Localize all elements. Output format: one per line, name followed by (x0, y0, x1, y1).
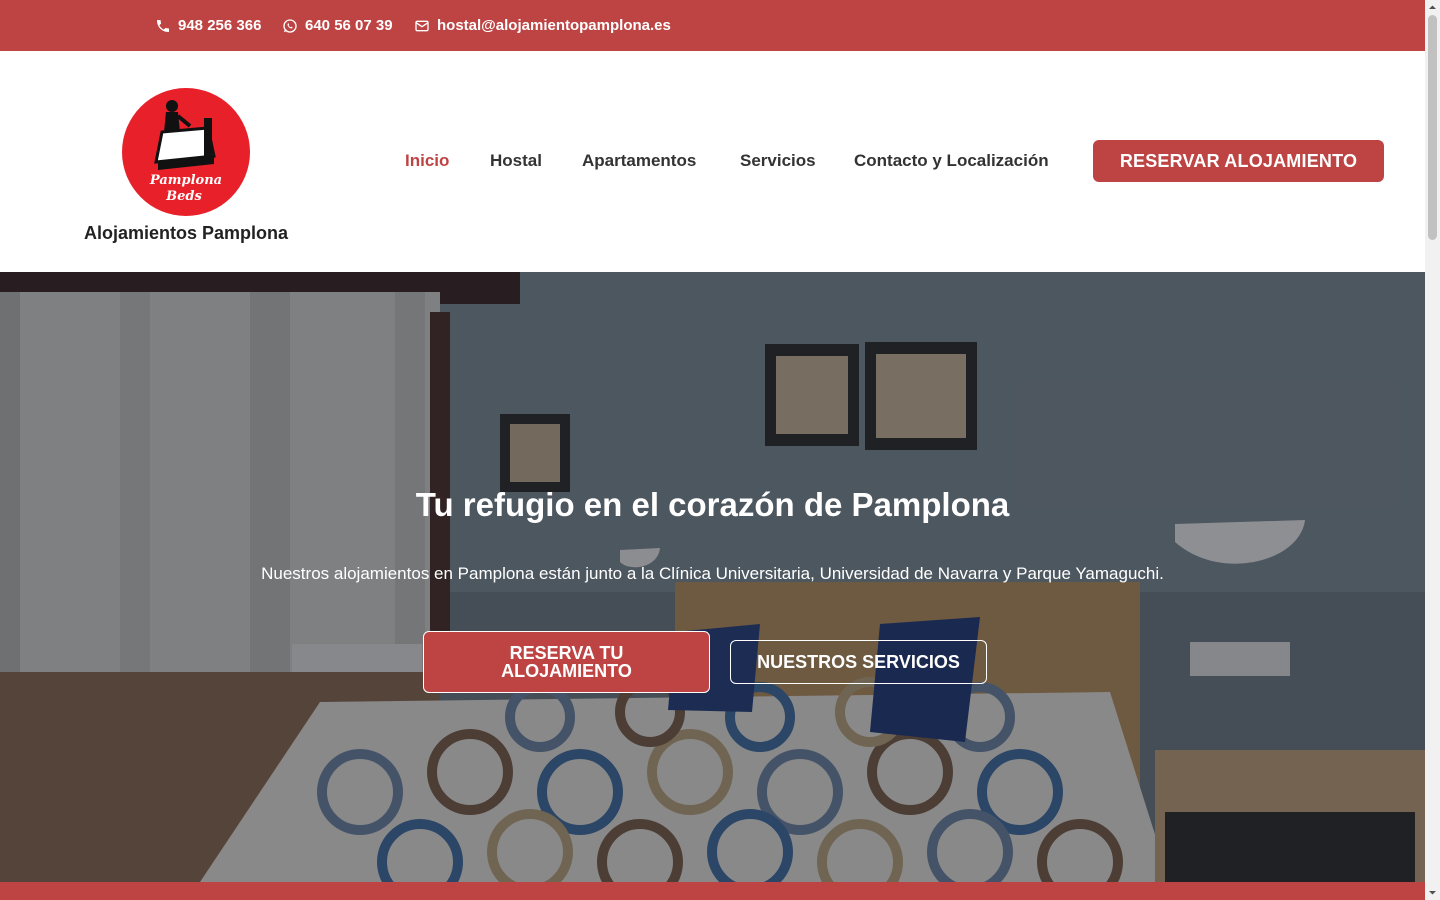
phone-icon (157, 19, 169, 32)
scroll-down-arrow-icon[interactable] (1425, 885, 1440, 900)
nav-item-inicio[interactable]: Inicio (405, 151, 449, 171)
our-services-button[interactable]: NUESTROS SERVICIOS (730, 640, 987, 684)
nav-item-servicios[interactable]: Servicios (740, 151, 816, 171)
site-header: Pamplona Beds Alojamientos Pamplona Inic… (0, 51, 1425, 272)
svg-text:Pamplona: Pamplona (149, 173, 222, 188)
svg-text:Beds: Beds (165, 189, 202, 204)
nav-item-contacto[interactable]: Contacto y Localización (854, 151, 1049, 171)
reserve-your-accommodation-button[interactable]: RESERVA TU ALOJAMIENTO (423, 631, 710, 693)
hero-section: Tu refugio en el corazón de Pamplona Nue… (0, 272, 1425, 882)
whatsapp-icon (283, 18, 297, 33)
hero-title: Tu refugio en el corazón de Pamplona (415, 486, 1010, 523)
whatsapp-link[interactable]: 640 56 07 39 (282, 0, 393, 51)
nav-item-apartamentos[interactable]: Apartamentos (582, 151, 696, 171)
hero-subtitle: Nuestros alojamientos en Pamplona están … (261, 564, 1164, 583)
top-contact-bar: 948 256 366 640 56 07 39 hostal@alojamie… (0, 0, 1425, 51)
logo-wordmark: Alojamientos Pamplona (83, 223, 289, 243)
whatsapp-number: 640 56 07 39 (305, 17, 393, 34)
scroll-thumb[interactable] (1428, 15, 1437, 240)
mail-icon (415, 20, 429, 31)
footer-strip (0, 882, 1425, 900)
phone-number: 948 256 366 (178, 17, 262, 34)
bed-icon: Pamplona Beds (149, 100, 222, 204)
email-address: hostal@alojamientopamplona.es (437, 17, 671, 34)
reserve-accommodation-button[interactable]: RESERVAR ALOJAMIENTO (1093, 140, 1384, 182)
page-scrollbar[interactable] (1425, 0, 1440, 900)
site-logo[interactable]: Pamplona Beds Alojamientos Pamplona (80, 87, 292, 247)
scroll-up-arrow-icon[interactable] (1425, 0, 1440, 15)
nav-item-hostal[interactable]: Hostal (490, 151, 542, 171)
logo-badge: Pamplona Beds (122, 88, 250, 216)
email-link[interactable]: hostal@alojamientopamplona.es (414, 0, 671, 51)
phone-link[interactable]: 948 256 366 (155, 0, 261, 51)
